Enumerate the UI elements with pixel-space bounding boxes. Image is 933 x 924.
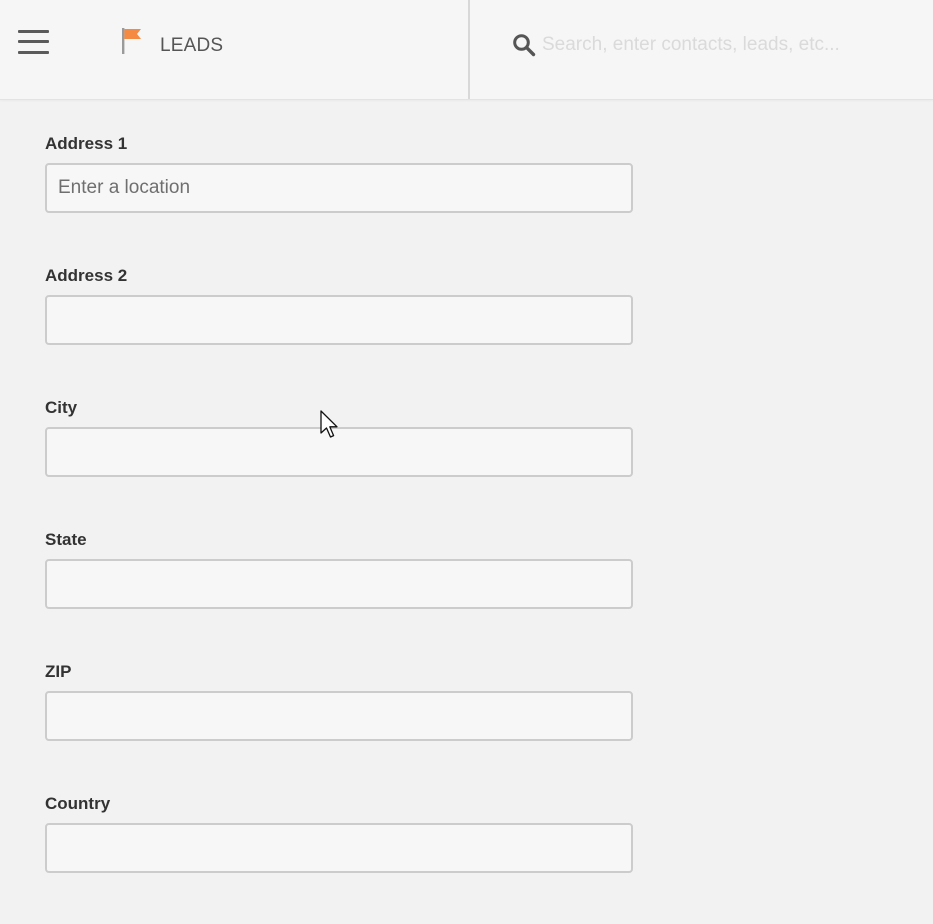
field-label-state: State: [45, 530, 87, 549]
header-divider: [468, 0, 470, 99]
state-input[interactable]: [45, 559, 633, 609]
menu-line: [18, 51, 49, 54]
top-bar: LEADS: [0, 0, 933, 100]
field-label-zip: ZIP: [45, 662, 72, 681]
menu-line: [18, 40, 49, 43]
field-label-address-1: Address 1: [45, 134, 128, 153]
search-icon[interactable]: [512, 33, 536, 57]
country-input[interactable]: [45, 823, 633, 873]
field-zip: ZIP: [45, 660, 633, 792]
field-country: Country: [45, 792, 633, 924]
hamburger-menu-icon[interactable]: [18, 30, 49, 56]
field-city: City: [45, 396, 633, 528]
menu-line: [18, 30, 49, 33]
address-1-input[interactable]: [45, 163, 633, 213]
city-input[interactable]: [45, 427, 633, 477]
field-label-address-2: Address 2: [45, 266, 128, 285]
field-address-1: Address 1: [45, 132, 633, 264]
module-title: LEADS: [160, 35, 224, 56]
zip-input[interactable]: [45, 691, 633, 741]
address-2-input[interactable]: [45, 295, 633, 345]
global-search-input[interactable]: [540, 28, 924, 62]
field-address-2: Address 2: [45, 264, 633, 396]
flag-icon: [122, 28, 141, 54]
address-form: Address 1 Address 2 City State ZIP Count…: [45, 132, 633, 924]
field-label-country: Country: [45, 794, 111, 813]
field-label-city: City: [45, 398, 78, 417]
field-state: State: [45, 528, 633, 660]
